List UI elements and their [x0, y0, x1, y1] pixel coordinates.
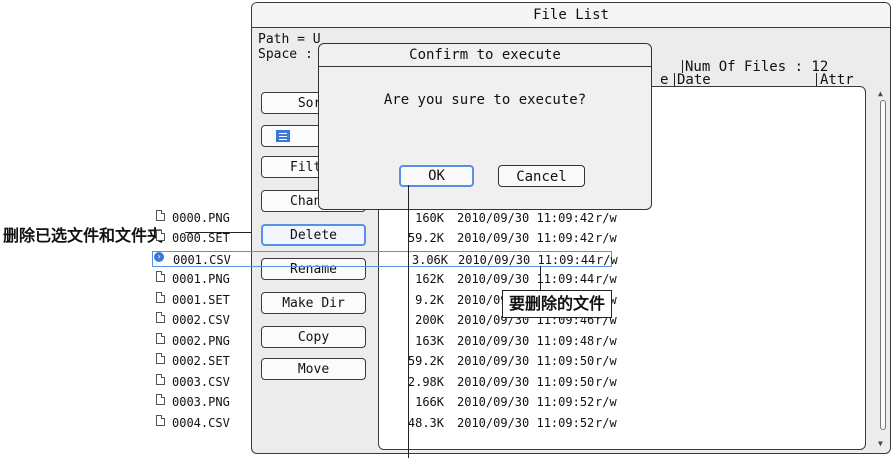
- file-name: 0003.CSV: [172, 375, 230, 389]
- file-name: 0001.SET: [172, 293, 230, 307]
- file-name: 0002.PNG: [172, 334, 230, 348]
- target-callout-line: [540, 266, 541, 290]
- scroll-thumb[interactable]: [880, 100, 886, 430]
- table-row[interactable]: 0003.CSV 2.98K 2010/09/30 11:09:50 r/w: [154, 374, 617, 390]
- column-separator: [674, 73, 675, 87]
- table-row[interactable]: 0004.CSV 48.3K 2010/09/30 11:09:52 r/w: [154, 415, 617, 431]
- file-name: 0001.PNG: [172, 272, 230, 286]
- file-size: 163K: [415, 334, 444, 348]
- file-date: 2010/09/30 11:09:44: [457, 272, 595, 286]
- file-size: 59.2K: [407, 231, 444, 245]
- file-name: 0003.PNG: [172, 395, 230, 409]
- file-size: 166K: [415, 395, 444, 409]
- table-row[interactable]: 0000.SET 59.2K 2010/09/30 11:09:42 r/w: [154, 230, 617, 246]
- file-size: 160K: [415, 211, 444, 225]
- file-attr: r/w: [595, 272, 617, 286]
- column-separator: [816, 73, 817, 87]
- selected-file-icon: ›: [154, 252, 164, 262]
- file-name: 0004.CSV: [172, 416, 230, 430]
- dialog-message: Are you sure to execute?: [383, 92, 587, 108]
- path-info: Path = U: [258, 32, 321, 47]
- file-icon: [156, 210, 165, 221]
- file-name: 0000.PNG: [172, 211, 230, 225]
- file-size: 48.3K: [407, 416, 444, 430]
- delete-callout-label: 删除已选文件和文件夹: [3, 226, 164, 245]
- file-attr: r/w: [596, 253, 618, 267]
- file-date: 2010/09/30 11:09:50: [457, 354, 595, 368]
- table-row[interactable]: 0002.PNG 163K 2010/09/30 11:09:48 r/w: [154, 333, 617, 349]
- dialog-title: Confirm to execute: [319, 44, 651, 67]
- confirm-dialog: Confirm to execute Are you sure to execu…: [318, 43, 652, 210]
- file-attr: r/w: [595, 375, 617, 389]
- file-date: 2010/09/30 11:09:48: [457, 334, 595, 348]
- list-icon: [276, 130, 290, 142]
- scrollbar[interactable]: ▲ ▼: [878, 86, 888, 450]
- file-icon: [156, 374, 165, 385]
- file-attr: r/w: [595, 416, 617, 430]
- file-attr: r/w: [595, 231, 617, 245]
- file-size: 3.06K: [411, 253, 448, 267]
- space-info: Space :: [258, 47, 313, 62]
- file-date: 2010/09/30 11:09:44: [458, 253, 596, 267]
- scroll-up-icon[interactable]: ▲: [878, 90, 883, 98]
- table-row[interactable]: › 0001.CSV 3.06K 2010/09/30 11:09:44 r/w: [152, 251, 618, 267]
- file-attr: r/w: [595, 211, 617, 225]
- table-row[interactable]: 0002.SET 59.2K 2010/09/30 11:09:50 r/w: [154, 353, 617, 369]
- file-name: 0001.CSV: [173, 253, 231, 267]
- target-file-callout: 要删除的文件: [502, 290, 613, 318]
- scroll-down-icon[interactable]: ▼: [878, 440, 883, 448]
- ok-callout-line: [408, 185, 409, 458]
- file-icon: [156, 271, 165, 282]
- file-icon: [156, 312, 165, 323]
- file-name: 0002.SET: [172, 354, 230, 368]
- file-size: 162K: [415, 272, 444, 286]
- file-size: 200K: [415, 313, 444, 327]
- file-icon: [156, 333, 165, 344]
- file-attr: r/w: [595, 354, 617, 368]
- ok-button[interactable]: OK: [399, 165, 474, 187]
- file-size: 2.98K: [407, 375, 444, 389]
- file-date: 2010/09/30 11:09:42: [457, 211, 595, 225]
- file-name: 0002.CSV: [172, 313, 230, 327]
- file-attr: r/w: [595, 395, 617, 409]
- file-icon: [156, 415, 165, 426]
- window-title: File List: [252, 3, 890, 28]
- table-row[interactable]: 0003.PNG 166K 2010/09/30 11:09:52 r/w: [154, 394, 617, 410]
- table-row[interactable]: 0000.PNG 160K 2010/09/30 11:09:42 r/w: [154, 210, 617, 226]
- file-size: 9.2K: [415, 293, 444, 307]
- file-size: 59.2K: [407, 354, 444, 368]
- file-date: 2010/09/30 11:09:52: [457, 416, 595, 430]
- file-date: 2010/09/30 11:09:52: [457, 395, 595, 409]
- cancel-button[interactable]: Cancel: [498, 165, 585, 187]
- file-icon: [156, 292, 165, 303]
- file-date: 2010/09/30 11:09:42: [457, 231, 595, 245]
- file-icon: [156, 230, 165, 241]
- file-date: 2010/09/30 11:09:50: [457, 375, 595, 389]
- file-icon: [156, 394, 165, 405]
- file-name: 0000.SET: [172, 231, 230, 245]
- file-attr: r/w: [595, 334, 617, 348]
- file-icon: [156, 353, 165, 364]
